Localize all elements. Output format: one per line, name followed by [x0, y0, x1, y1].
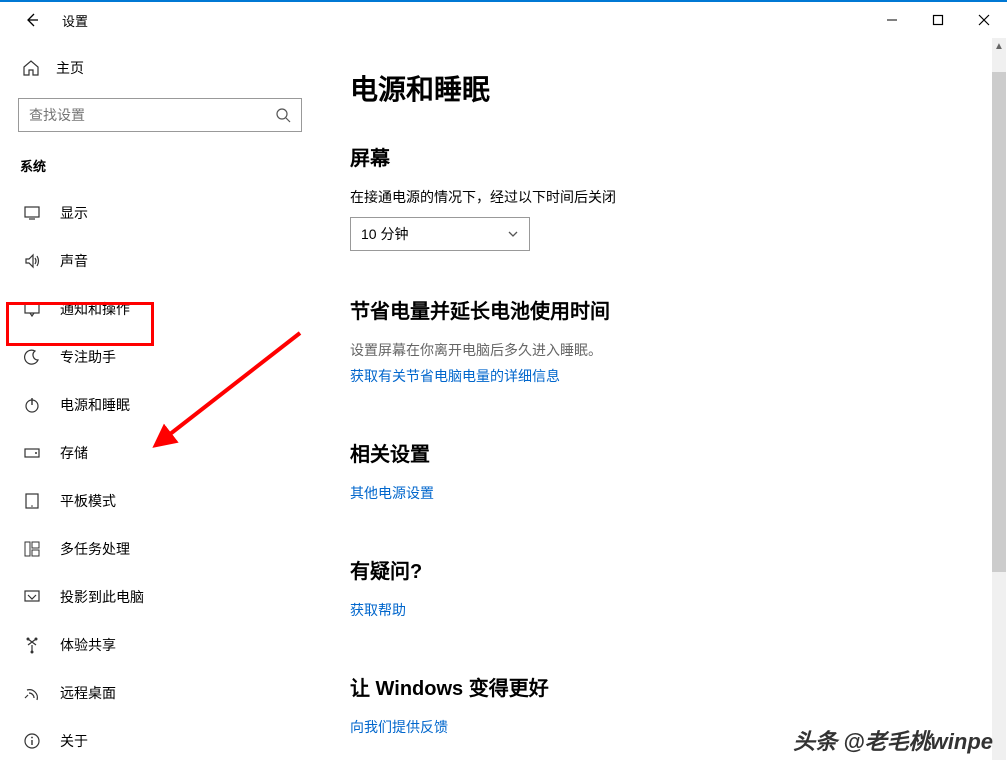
section-heading: 节省电量并延长电池使用时间	[350, 295, 977, 324]
battery-info-link[interactable]: 获取有关节省电脑电量的详细信息	[350, 366, 560, 386]
search-icon	[275, 107, 291, 123]
section-heading: 屏幕	[350, 142, 977, 171]
sidebar-section-label: 系统	[0, 150, 320, 189]
section-heading: 相关设置	[350, 438, 977, 467]
tablet-icon	[22, 492, 42, 510]
scroll-up-icon[interactable]: ▲	[992, 38, 1006, 54]
power-icon	[22, 396, 42, 414]
home-icon	[22, 59, 42, 77]
sidebar-item-about[interactable]: 关于	[0, 717, 320, 765]
sidebar-item-label: 声音	[60, 251, 88, 271]
sidebar-item-label: 关于	[60, 731, 88, 751]
minimize-button[interactable]	[869, 2, 915, 38]
display-icon	[22, 204, 42, 222]
sidebar-item-storage[interactable]: 存储	[0, 429, 320, 477]
feedback-link[interactable]: 向我们提供反馈	[350, 717, 448, 737]
sidebar: 主页 系统 显示 声音 通知和操作 专注助手 电源和睡眠	[0, 38, 320, 760]
sidebar-item-remote[interactable]: 远程桌面	[0, 669, 320, 717]
section-description: 设置屏幕在你离开电脑后多久进入睡眠。	[350, 340, 977, 360]
sidebar-item-label: 电源和睡眠	[60, 395, 130, 415]
scrollbar-thumb[interactable]	[992, 72, 1006, 572]
focus-icon	[22, 348, 42, 366]
dropdown-label: 在接通电源的情况下，经过以下时间后关闭	[350, 187, 977, 207]
projecting-icon	[22, 588, 42, 606]
section-related: 相关设置 其他电源设置	[350, 438, 977, 511]
home-label: 主页	[56, 58, 84, 78]
sidebar-item-label: 显示	[60, 203, 88, 223]
sidebar-item-tablet[interactable]: 平板模式	[0, 477, 320, 525]
multitask-icon	[22, 540, 42, 558]
page-title: 电源和睡眠	[350, 68, 977, 108]
other-power-link[interactable]: 其他电源设置	[350, 483, 434, 503]
sidebar-item-projecting[interactable]: 投影到此电脑	[0, 573, 320, 621]
get-help-link[interactable]: 获取帮助	[350, 600, 406, 620]
sidebar-item-notifications[interactable]: 通知和操作	[0, 285, 320, 333]
section-battery: 节省电量并延长电池使用时间 设置屏幕在你离开电脑后多久进入睡眠。 获取有关节省电…	[350, 295, 977, 394]
sidebar-item-multitask[interactable]: 多任务处理	[0, 525, 320, 573]
sidebar-item-label: 投影到此电脑	[60, 587, 144, 607]
sidebar-item-focus[interactable]: 专注助手	[0, 333, 320, 381]
screen-timeout-dropdown[interactable]: 10 分钟	[350, 217, 530, 251]
remote-icon	[22, 684, 42, 702]
search-box[interactable]	[18, 98, 302, 132]
section-question: 有疑问? 获取帮助	[350, 555, 977, 628]
close-button[interactable]	[961, 2, 1007, 38]
sidebar-item-shared[interactable]: 体验共享	[0, 621, 320, 669]
sidebar-item-label: 专注助手	[60, 347, 116, 367]
sidebar-item-sound[interactable]: 声音	[0, 237, 320, 285]
sound-icon	[22, 252, 42, 270]
dropdown-value: 10 分钟	[361, 224, 408, 244]
minimize-icon	[886, 14, 898, 26]
close-icon	[978, 14, 990, 26]
section-heading: 有疑问?	[350, 555, 977, 584]
sidebar-item-power[interactable]: 电源和睡眠	[0, 381, 320, 429]
back-arrow-icon	[24, 12, 40, 28]
maximize-button[interactable]	[915, 2, 961, 38]
watermark-text: 头条 @老毛桃winpe	[793, 724, 993, 756]
shared-icon	[22, 636, 42, 654]
window-controls	[869, 2, 1007, 38]
notifications-icon	[22, 300, 42, 318]
chevron-down-icon	[507, 228, 519, 240]
sidebar-item-label: 远程桌面	[60, 683, 116, 703]
home-nav[interactable]: 主页	[0, 48, 320, 88]
titlebar: 设置	[0, 2, 1007, 38]
window-title: 设置	[62, 11, 88, 30]
storage-icon	[22, 444, 42, 462]
scrollbar[interactable]: ▲	[992, 38, 1006, 760]
sidebar-item-label: 体验共享	[60, 635, 116, 655]
sidebar-item-label: 存储	[60, 443, 88, 463]
content-pane: 电源和睡眠 屏幕 在接通电源的情况下，经过以下时间后关闭 10 分钟 节省电量并…	[320, 38, 1007, 760]
sidebar-item-label: 多任务处理	[60, 539, 130, 559]
sidebar-item-label: 平板模式	[60, 491, 116, 511]
about-icon	[22, 732, 42, 750]
section-screen: 屏幕 在接通电源的情况下，经过以下时间后关闭 10 分钟	[350, 142, 977, 251]
back-button[interactable]	[20, 12, 44, 28]
section-heading: 让 Windows 变得更好	[350, 672, 977, 701]
maximize-icon	[932, 14, 944, 26]
sidebar-item-label: 通知和操作	[60, 299, 130, 319]
sidebar-item-display[interactable]: 显示	[0, 189, 320, 237]
search-input[interactable]	[29, 107, 275, 123]
